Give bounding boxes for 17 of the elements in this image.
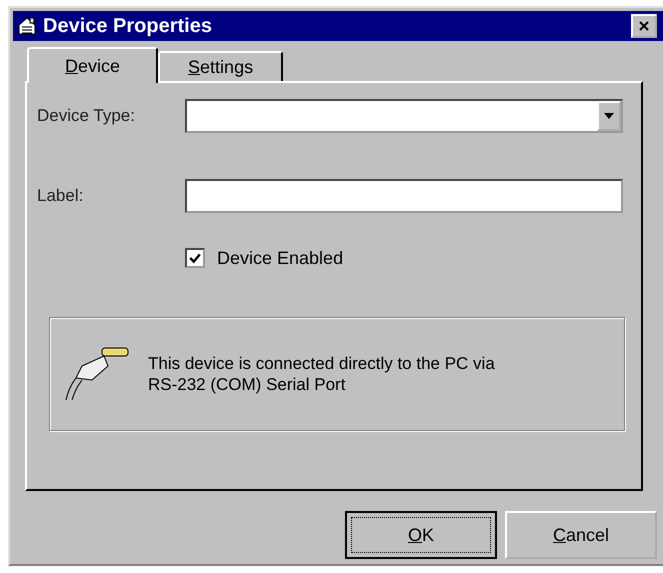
info-text: This device is connected directly to the PC via RS-232 (COM) Serial Port <box>148 352 496 396</box>
dropdown-arrow-icon <box>604 113 614 119</box>
close-icon <box>638 20 650 32</box>
check-icon <box>189 252 201 264</box>
house-icon <box>17 16 37 36</box>
checkbox-label: Device Enabled <box>217 248 344 268</box>
text-field[interactable] <box>185 179 623 213</box>
cancel-button[interactable]: Cancel <box>505 511 657 559</box>
tab[interactable]: Settings <box>158 51 284 81</box>
close-button[interactable] <box>631 14 657 38</box>
window-title: Device Properties <box>43 14 213 38</box>
checkbox[interactable] <box>185 248 205 268</box>
ok-button[interactable]: OK <box>345 511 497 559</box>
field-label: Label: <box>37 186 84 206</box>
tab[interactable]: Device <box>27 47 158 83</box>
field-label: Device Type: <box>37 106 136 126</box>
dropdown-field[interactable] <box>185 99 623 133</box>
